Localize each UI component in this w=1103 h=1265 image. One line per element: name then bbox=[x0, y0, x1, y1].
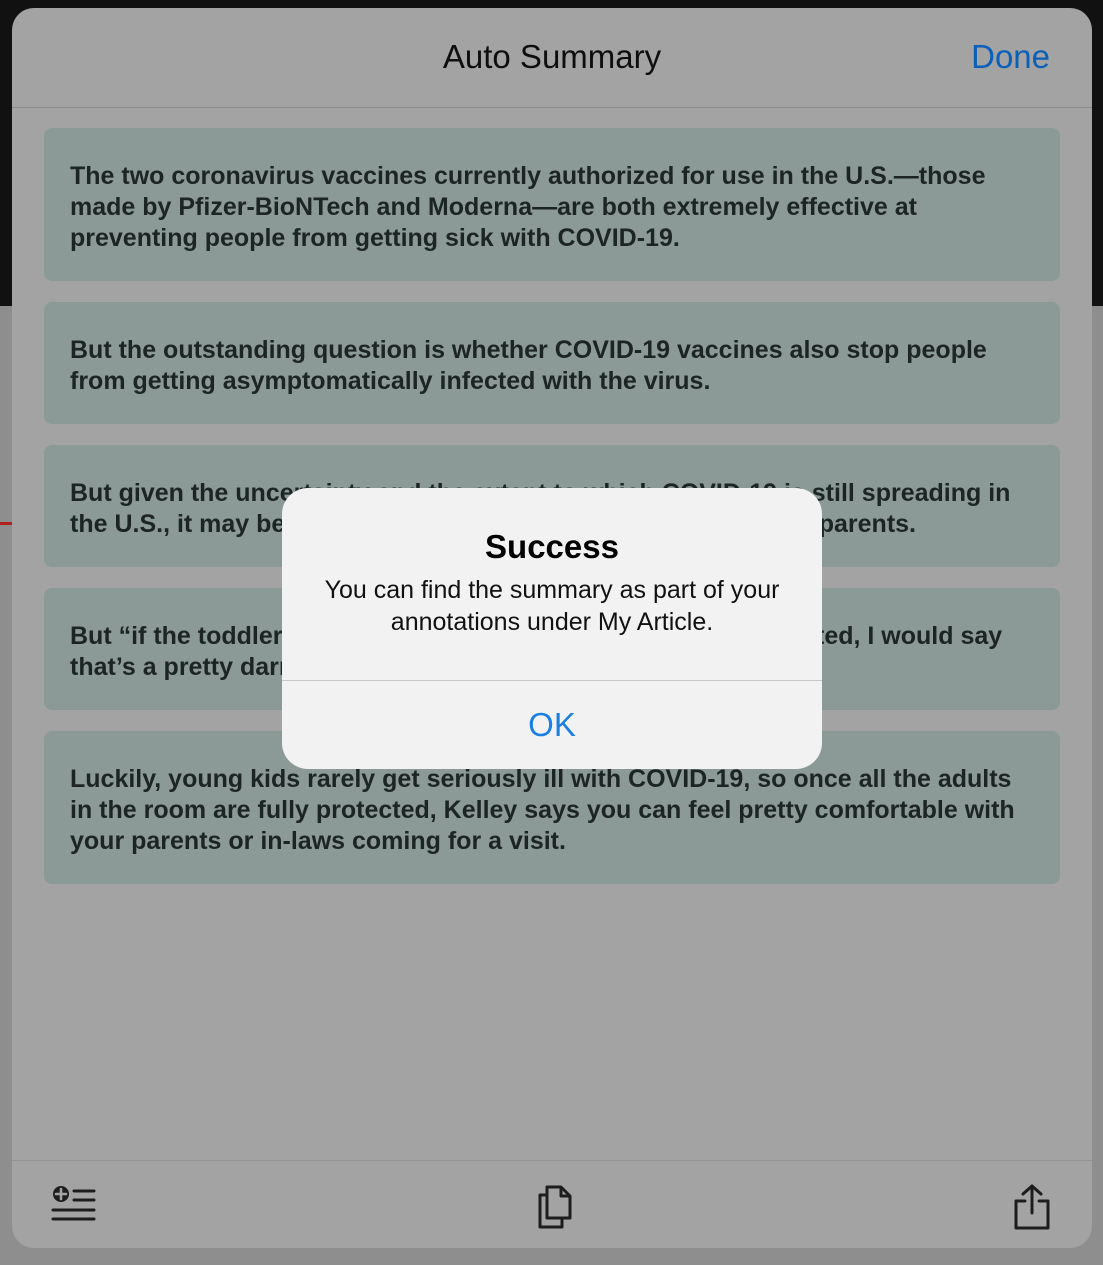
add-to-list-icon[interactable] bbox=[50, 1183, 98, 1231]
summary-card: The two coronavirus vaccines currently a… bbox=[44, 128, 1060, 281]
background-divider bbox=[0, 522, 12, 525]
copy-icon[interactable] bbox=[530, 1183, 578, 1231]
sheet-toolbar bbox=[12, 1160, 1092, 1248]
success-alert: Success You can find the summary as part… bbox=[282, 488, 822, 769]
done-button[interactable]: Done bbox=[971, 38, 1050, 76]
alert-message: You can find the summary as part of your… bbox=[324, 576, 780, 636]
share-icon[interactable] bbox=[1008, 1183, 1056, 1231]
sheet-title: Auto Summary bbox=[442, 38, 662, 75]
alert-title: Success bbox=[485, 528, 619, 565]
sheet-header: Auto Summary Done bbox=[12, 8, 1092, 108]
summary-card: But the outstanding question is whether … bbox=[44, 302, 1060, 424]
ok-button[interactable]: OK bbox=[282, 681, 822, 769]
